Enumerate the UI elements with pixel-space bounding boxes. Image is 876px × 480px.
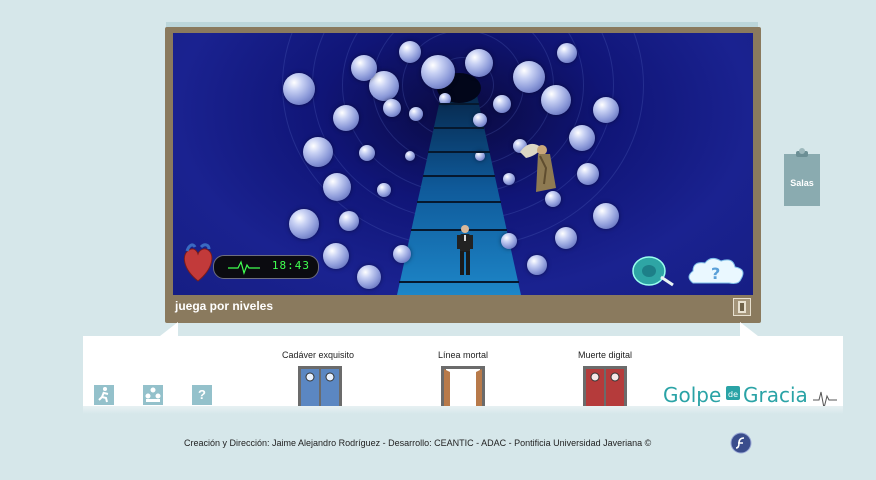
panel-corner-right bbox=[740, 322, 758, 336]
floating-orb bbox=[323, 243, 349, 269]
logo-left: Golpe bbox=[663, 383, 721, 407]
floating-orb bbox=[473, 113, 487, 127]
level-label: juega por niveles bbox=[175, 299, 274, 313]
floating-orb bbox=[555, 227, 577, 249]
credits-text: Creación y Dirección: Jaime Alejandro Ro… bbox=[184, 438, 652, 448]
floating-orb bbox=[357, 265, 381, 289]
path-rung bbox=[399, 281, 519, 283]
angel-figure[interactable] bbox=[516, 138, 562, 194]
path-rung bbox=[417, 201, 501, 203]
floating-orb bbox=[393, 245, 411, 263]
salas-tab[interactable]: Salas bbox=[784, 148, 820, 206]
door-cadaver-exquisito[interactable] bbox=[298, 366, 342, 406]
path-rung bbox=[428, 151, 490, 153]
group-icon bbox=[145, 387, 161, 402]
panel-corner-left bbox=[160, 322, 178, 336]
floating-orb bbox=[405, 151, 415, 161]
running-man-icon bbox=[98, 387, 109, 403]
floating-orb bbox=[577, 163, 599, 185]
help-button[interactable]: ? bbox=[192, 385, 212, 405]
game-clock: 18:43 bbox=[271, 259, 310, 272]
game-viewport[interactable]: 18:43 ? bbox=[173, 33, 753, 295]
floating-orb bbox=[303, 137, 333, 167]
vital-monitor: 18:43 bbox=[213, 255, 319, 279]
cloud-question-icon[interactable]: ? bbox=[685, 255, 747, 287]
heart-icon bbox=[183, 243, 213, 282]
group-button[interactable] bbox=[143, 385, 163, 405]
panel-floor bbox=[83, 406, 843, 414]
floating-orb bbox=[541, 85, 571, 115]
floating-orb bbox=[359, 145, 375, 161]
svg-text:?: ? bbox=[711, 264, 720, 283]
flash-player-icon[interactable] bbox=[730, 432, 752, 454]
tool-buttons: ? bbox=[631, 253, 749, 289]
path-rung bbox=[433, 127, 485, 129]
floating-orb bbox=[421, 55, 455, 89]
floating-orb bbox=[399, 41, 421, 63]
logo-right: Gracia bbox=[743, 383, 808, 407]
floating-orb bbox=[339, 211, 359, 231]
floating-orb bbox=[409, 107, 423, 121]
floating-orb bbox=[513, 61, 545, 93]
floating-orb bbox=[593, 97, 619, 123]
help-icon: ? bbox=[198, 387, 206, 402]
floating-orb bbox=[569, 125, 595, 151]
logo-middle: de bbox=[728, 390, 738, 399]
floating-orb bbox=[527, 255, 547, 275]
floating-orb bbox=[333, 105, 359, 131]
floating-orb bbox=[493, 95, 511, 113]
salas-label: Salas bbox=[790, 178, 814, 188]
ekg-icon bbox=[228, 260, 260, 275]
floating-orb bbox=[283, 73, 315, 105]
floating-orb bbox=[503, 173, 515, 185]
door-muerte-digital[interactable] bbox=[583, 366, 627, 406]
status-hud: 18:43 bbox=[179, 241, 319, 285]
player-figure[interactable] bbox=[455, 224, 475, 278]
game-frame: 18:43 ? juega por niveles bbox=[165, 27, 761, 323]
exit-button[interactable] bbox=[94, 385, 114, 405]
path-rung bbox=[422, 175, 496, 177]
bottom-panel: ? Cadáver exquisito Línea mortal Muerte … bbox=[83, 336, 843, 414]
level-bar: juega por niveles bbox=[165, 295, 761, 323]
door-linea-mortal[interactable] bbox=[441, 366, 485, 406]
door-label-cadaver: Cadáver exquisito bbox=[281, 350, 355, 360]
floating-orb bbox=[323, 173, 351, 201]
tape-measure-icon[interactable] bbox=[631, 253, 675, 289]
door-label-linea: Línea mortal bbox=[437, 350, 489, 360]
floating-orb bbox=[377, 183, 391, 197]
floating-orb bbox=[383, 99, 401, 117]
path-rung bbox=[439, 103, 479, 105]
floating-orb bbox=[501, 233, 517, 249]
floating-orb bbox=[465, 49, 493, 77]
door-label-muerte: Muerte digital bbox=[577, 350, 633, 360]
exit-door-icon[interactable] bbox=[733, 298, 751, 316]
floating-orb bbox=[351, 55, 377, 81]
floating-orb bbox=[593, 203, 619, 229]
floating-orb bbox=[289, 209, 319, 239]
floating-orb bbox=[557, 43, 577, 63]
clip-icon bbox=[796, 148, 808, 157]
